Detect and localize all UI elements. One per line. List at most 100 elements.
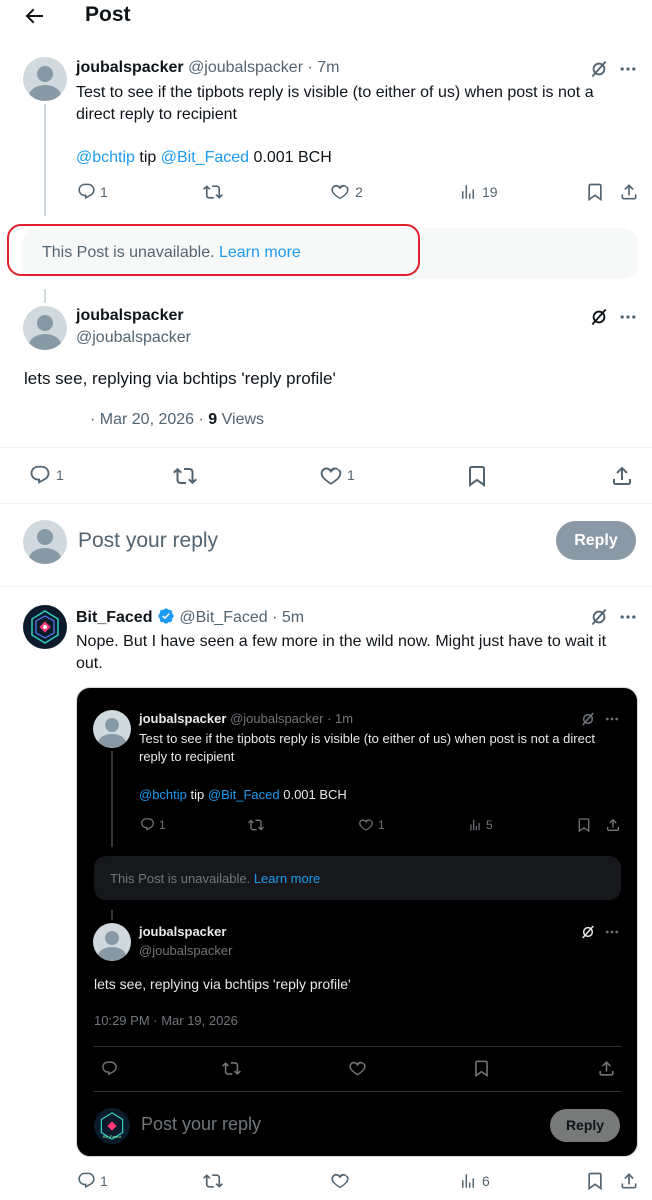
share-icon[interactable] [619, 182, 639, 202]
tip-amount: 0.001 BCH [253, 149, 332, 166]
divider [0, 503, 652, 504]
bookmark-icon[interactable] [465, 464, 489, 488]
views-icon[interactable] [459, 1172, 477, 1190]
post-time[interactable]: · 7m [307, 59, 339, 76]
avatar [23, 520, 67, 564]
bookmark-icon[interactable] [585, 1171, 605, 1191]
post-text: lets see, replying via bchtips 'reply pr… [94, 976, 351, 992]
reply-icon[interactable] [77, 1171, 96, 1190]
author-handle: @joubalspacker [230, 711, 324, 726]
page-title: Post [85, 3, 131, 26]
author-name[interactable]: Bit_Faced [76, 609, 152, 626]
views-label: Views [221, 411, 265, 428]
reply-icon [140, 817, 155, 832]
learn-more-link: Learn more [253, 871, 321, 886]
views-icon[interactable] [459, 183, 477, 201]
divider [94, 1091, 621, 1092]
more-icon [604, 711, 620, 727]
avatar[interactable] [23, 306, 67, 350]
author-name[interactable]: joubalspacker [76, 307, 184, 325]
like-count: 2 [355, 184, 363, 200]
mention-bchtip[interactable]: @bchtip [76, 149, 135, 166]
tip-amount: 0.001 BCH [283, 787, 347, 802]
author-handle: @joubalspacker [139, 943, 233, 958]
avatar [93, 923, 131, 961]
post-text: Test to see if the tipbots reply is visi… [139, 731, 595, 764]
retweet-icon[interactable] [173, 464, 197, 488]
reply-icon[interactable] [29, 464, 51, 486]
retweet-icon [222, 1059, 241, 1078]
author-handle[interactable]: @joubalspacker [188, 59, 303, 76]
author-handle[interactable]: @joubalspacker [76, 329, 191, 347]
post-text: lets see, replying via bchtips 'reply pr… [24, 369, 336, 388]
views-count: 9 [208, 411, 218, 428]
author-name[interactable]: joubalspacker [76, 59, 184, 76]
reply-count: 1 [159, 818, 166, 832]
bitfaced-avatar[interactable] [23, 605, 67, 649]
like-count: 1 [347, 467, 355, 483]
reply-input[interactable]: Post your reply [78, 529, 538, 553]
views-count: 19 [482, 184, 498, 200]
tip-word: tip [139, 149, 157, 166]
author-handle[interactable]: @Bit_Faced [179, 609, 267, 626]
reply-button: Reply [550, 1109, 620, 1142]
divider [94, 1046, 621, 1047]
reply-count: 1 [100, 184, 108, 200]
divider [0, 447, 652, 448]
bitfaced-avatar: Bit_Faced [94, 1108, 130, 1144]
thread-line [111, 751, 113, 847]
verified-icon [157, 607, 175, 625]
embedded-image[interactable]: joubalspacker @joubalspacker · 1m Test t… [76, 687, 638, 1157]
grok-icon [580, 711, 596, 727]
author-name: joubalspacker [139, 924, 227, 939]
retweet-icon[interactable] [203, 182, 223, 202]
share-icon[interactable] [610, 464, 634, 488]
post-date: 10:29 PM · Mar 19, 2026 [94, 1013, 238, 1028]
tip-word: tip [190, 787, 205, 802]
views-count: 6 [482, 1173, 490, 1189]
reply-button[interactable]: Reply [556, 521, 636, 560]
post-time[interactable]: · 5m [272, 609, 304, 626]
author-name: joubalspacker [139, 711, 227, 726]
more-icon[interactable] [618, 307, 638, 327]
annotation-outline [7, 224, 420, 276]
views-count: 5 [486, 818, 493, 832]
more-icon[interactable] [618, 59, 638, 79]
post-date[interactable]: · Mar 20, 2026 · [90, 411, 204, 428]
retweet-icon [248, 817, 264, 833]
bookmark-icon[interactable] [585, 182, 605, 202]
mention-bitfaced: @Bit_Faced [207, 787, 280, 802]
grok-icon[interactable] [589, 59, 609, 79]
mention-bitfaced[interactable]: @Bit_Faced [161, 149, 249, 166]
bookmark-icon [576, 817, 592, 833]
like-icon[interactable] [319, 464, 343, 488]
reply-icon [101, 1060, 118, 1077]
like-icon[interactable] [330, 182, 350, 202]
views-icon [468, 818, 482, 832]
divider [0, 586, 652, 587]
grok-icon[interactable] [589, 607, 609, 627]
retweet-icon[interactable] [203, 1171, 223, 1191]
share-icon[interactable] [619, 1171, 639, 1191]
post-text: Test to see if the tipbots reply is visi… [76, 84, 594, 123]
grok-icon[interactable] [589, 307, 609, 327]
bookmark-icon [472, 1059, 491, 1078]
avatar[interactable] [23, 57, 67, 101]
grok-icon [580, 924, 596, 940]
like-icon [348, 1059, 367, 1078]
thread-line [111, 910, 113, 920]
thread-line [44, 104, 46, 216]
share-icon [605, 817, 621, 833]
back-arrow-icon[interactable] [22, 4, 46, 28]
reply-icon[interactable] [77, 182, 96, 201]
post-text: Nope. But I have seen a few more in the … [76, 633, 607, 672]
more-icon [604, 924, 620, 940]
reply-count: 1 [100, 1173, 108, 1189]
avatar [93, 710, 131, 748]
like-count: 1 [378, 818, 385, 832]
like-icon[interactable] [330, 1171, 350, 1191]
more-icon[interactable] [618, 607, 638, 627]
unavailable-text: This Post is unavailable. [110, 871, 251, 886]
like-icon [358, 817, 374, 833]
reply-input: Post your reply [141, 1114, 262, 1134]
